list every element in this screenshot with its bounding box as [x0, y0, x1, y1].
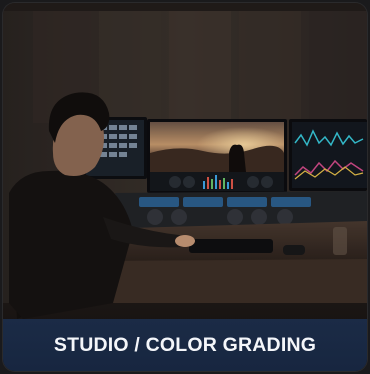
caption-bar: STUDIO / COLOR GRADING: [3, 319, 367, 371]
studio-card[interactable]: STUDIO / COLOR GRADING: [3, 3, 367, 371]
studio-photo: [3, 3, 367, 371]
card-caption: STUDIO / COLOR GRADING: [53, 333, 317, 356]
